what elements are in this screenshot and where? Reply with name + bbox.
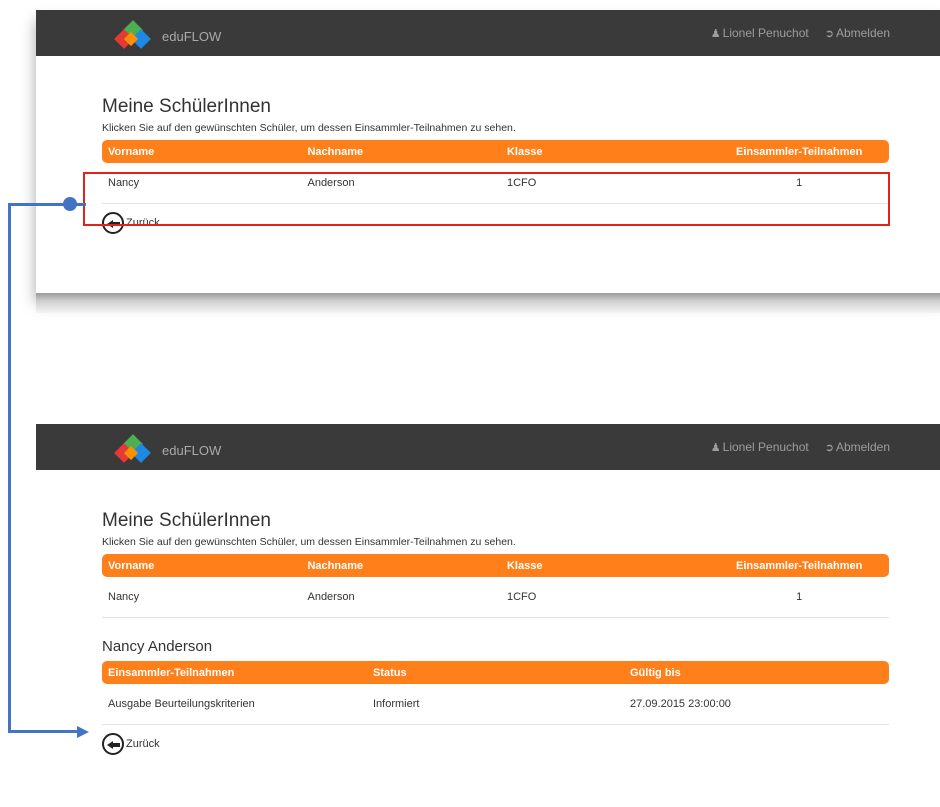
col-einsammler-teilnahmen: Einsammler-Teilnahmen [108,666,235,679]
logout-label: Abmelden [835,26,890,40]
col-klasse: Klasse [506,559,543,572]
navbar: eduFLOW ♟ Lionel Penuchot ➲ Abmelden [36,424,940,470]
user-link[interactable]: ♟ Lionel Penuchot [711,26,809,40]
page-hint: Klicken Sie auf den gewünschten Schüler,… [102,536,516,548]
cell-class: 1CFO [506,591,537,603]
page-hint: Klicken Sie auf den gewünschten Schüler,… [102,122,516,134]
user-link[interactable]: ♟ Lionel Penuchot [711,440,809,454]
col-einsammler: Einsammler-Teilnahmen [736,145,863,158]
table-header: Vorname Nachname Klasse Einsammler-Teiln… [102,554,889,577]
col-nachname: Nachname [307,145,364,158]
col-einsammler: Einsammler-Teilnahmen [736,559,863,572]
user-icon: ♟ [710,28,721,40]
connector-line [8,730,80,733]
screenshot-student-list: eduFLOW ♟ Lionel Penuchot ➲ Abmelden Meine… [36,10,940,293]
brand-name: eduFLOW [162,442,222,458]
logout-icon: ➲ [824,442,834,454]
student-detail-title: Nancy Anderson [102,638,213,655]
back-arrow-icon [102,733,124,755]
eduflow-logo-icon [106,434,160,463]
table-row[interactable]: Nancy Anderson 1CFO 1 [102,577,889,618]
back-label: Zurück [126,738,160,750]
connector-line [8,203,11,733]
col-vorname: Vorname [108,559,155,572]
logout-link[interactable]: ➲ Abmelden [825,440,890,454]
col-vorname: Vorname [108,145,155,158]
cell-last-name: Anderson [307,591,355,603]
students-table: Vorname Nachname Klasse Einsammler-Teiln… [102,554,889,618]
table-row[interactable]: Ausgabe Beurteilungskriterien Informiert… [102,684,889,725]
back-button[interactable]: Zurück [102,733,889,755]
user-name: Lionel Penuchot [722,26,809,40]
connector-dot-icon [63,197,77,211]
cell-status: Informiert [372,698,420,710]
highlight-box [83,172,890,226]
page-title: Meine SchülerInnen [102,96,271,117]
user-icon: ♟ [710,442,721,454]
participations-table: Einsammler-Teilnahmen Status Gültig bis … [102,661,889,725]
screenshot-student-detail: eduFLOW ♟ Lionel Penuchot ➲ Abmelden Meine… [36,424,940,807]
brand[interactable]: eduFLOW [106,20,222,49]
table-header: Einsammler-Teilnahmen Status Gültig bis [102,661,889,684]
logout-icon: ➲ [824,28,834,40]
brand-name: eduFLOW [162,28,222,44]
col-gueltig-bis: Gültig bis [630,666,681,679]
user-name: Lionel Penuchot [722,440,809,454]
screenshot-shadow [36,293,940,313]
col-nachname: Nachname [307,559,364,572]
page-title: Meine SchülerInnen [102,510,271,531]
logout-link[interactable]: ➲ Abmelden [825,26,890,40]
connector-line [8,203,70,206]
col-klasse: Klasse [506,145,543,158]
eduflow-logo-icon [106,20,160,49]
table-header: Vorname Nachname Klasse Einsammler-Teiln… [102,140,889,163]
brand[interactable]: eduFLOW [106,434,222,463]
navbar: eduFLOW ♟ Lionel Penuchot ➲ Abmelden [36,10,940,56]
cell-valid-until: 27.09.2015 23:00:00 [630,698,731,710]
logout-label: Abmelden [835,440,890,454]
cell-count: 1 [796,591,803,603]
arrow-right-icon [77,726,89,738]
connector-line [76,203,86,206]
cell-title: Ausgabe Beurteilungskriterien [108,698,255,710]
cell-first-name: Nancy [108,591,140,603]
col-status: Status [372,666,407,679]
